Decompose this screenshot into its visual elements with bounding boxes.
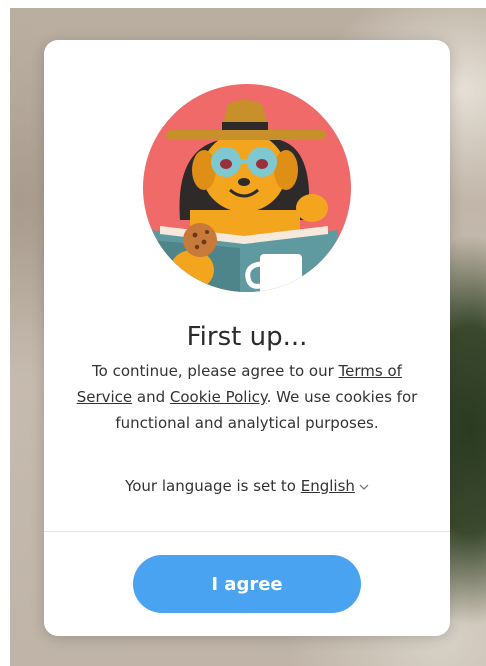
window-edge-top: [0, 0, 486, 8]
agree-button[interactable]: I agree: [133, 555, 361, 613]
divider: [44, 531, 450, 532]
consent-text-part: and: [132, 388, 170, 406]
language-selector[interactable]: English: [301, 477, 355, 495]
consent-text: To continue, please agree to our Terms o…: [72, 358, 422, 436]
language-prefix: Your language is set to: [125, 477, 301, 495]
language-setting: Your language is set to English: [44, 477, 450, 495]
consent-text-part: To continue, please agree to our: [92, 362, 339, 380]
dog-reading-book-illustration: [143, 84, 351, 292]
cookie-policy-link[interactable]: Cookie Policy: [170, 388, 267, 406]
dialog-title: First up...: [186, 322, 308, 352]
window-edge-left: [0, 0, 10, 666]
consent-dialog: First up... To continue, please agree to…: [44, 40, 450, 636]
chevron-down-icon[interactable]: [359, 483, 369, 491]
